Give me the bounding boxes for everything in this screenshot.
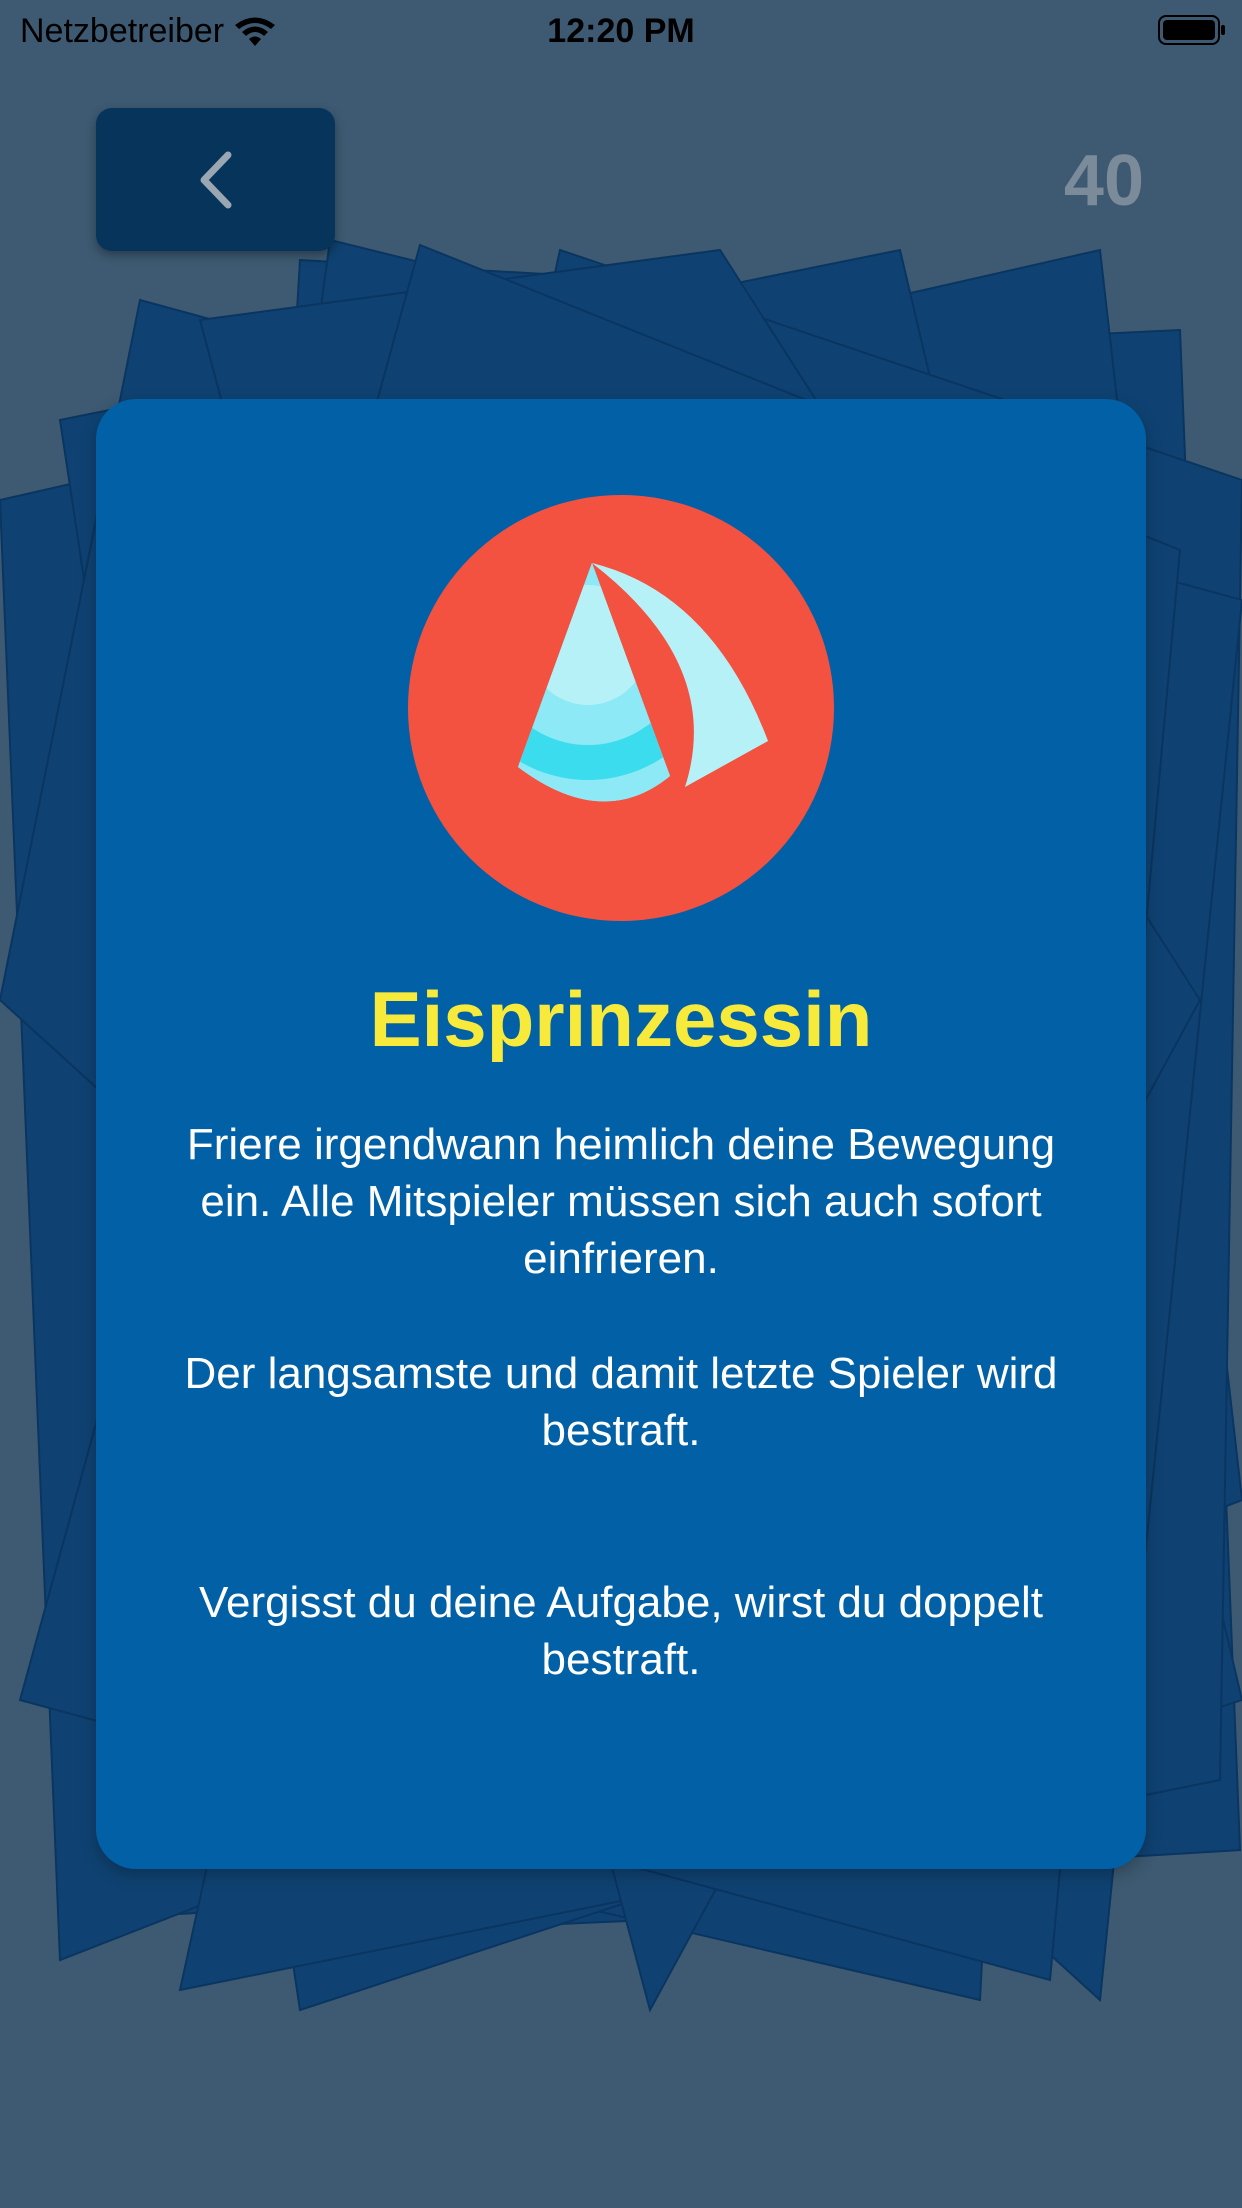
status-bar: Netzbetreiber 12:20 PM (0, 0, 1242, 62)
game-card: Eisprinzessin Friere irgendwann heimlich… (96, 399, 1146, 1869)
card-penalty-note: Vergisst du deine Aufgabe, wirst du dopp… (199, 1578, 1043, 1684)
back-button[interactable] (96, 108, 335, 251)
status-time: 12:20 PM (547, 12, 695, 50)
card-description: Friere irgendwann heimlich deine Bewegun… (186, 1120, 1056, 1283)
screen: Netzbetreiber 12:20 PM 40 Eisprinzessin … (0, 0, 1242, 2208)
sailboat-icon (408, 495, 834, 921)
chevron-left-icon (200, 151, 231, 208)
card-title: Eisprinzessin (369, 975, 873, 1063)
card-rule: Der langsamste und damit letzte Spieler … (184, 1349, 1058, 1455)
battery-icon (1158, 15, 1225, 45)
card-counter: 40 (1063, 141, 1144, 221)
